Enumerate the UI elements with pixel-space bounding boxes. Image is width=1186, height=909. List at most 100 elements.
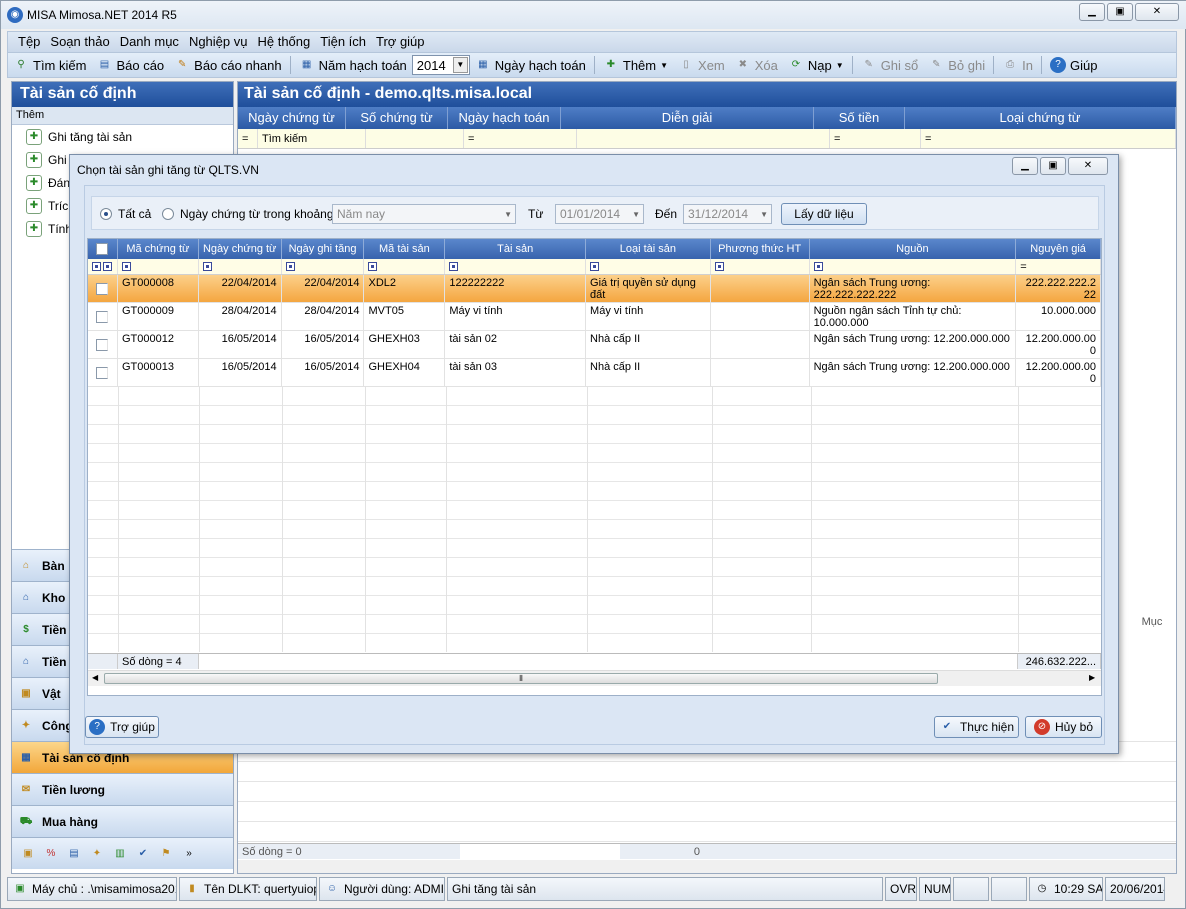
minimize-button[interactable]: ▁	[1079, 3, 1105, 21]
tools-icon[interactable]: ✦	[89, 846, 105, 862]
close-button[interactable]: ✕	[1135, 3, 1179, 21]
col-amount[interactable]: Số tiền	[814, 107, 905, 129]
print-button[interactable]: ⎙ In	[997, 53, 1038, 77]
chevron-down-icon: ▼	[760, 210, 768, 219]
menu-help[interactable]: Trợ giúp	[376, 32, 425, 52]
filter-cell[interactable]	[199, 259, 282, 274]
cell-increase-date: 16/05/2014	[282, 331, 365, 358]
filter-cell[interactable]	[586, 259, 711, 274]
scroll-left-icon[interactable]: ◀	[92, 673, 98, 682]
dialog-close-button[interactable]: ✕	[1068, 157, 1108, 175]
maximize-button[interactable]: ▣	[1107, 3, 1133, 21]
nav-purchasing[interactable]: ⛟ Mua hàng	[12, 805, 233, 837]
col-asset-code[interactable]: Mã tài sản	[364, 239, 446, 259]
dialog-maximize-button[interactable]: ▣	[1040, 157, 1066, 175]
table-row[interactable]: GT000012 16/05/2014 16/05/2014 GHEXH03 t…	[88, 331, 1101, 359]
from-date-input[interactable]: 01/01/2014 ▼	[555, 204, 644, 224]
col-doc-date[interactable]: Ngày chứng từ	[199, 239, 282, 259]
dialog-minimize-button[interactable]: ▁	[1012, 157, 1038, 175]
filter-cell[interactable]	[711, 259, 810, 274]
scroll-right-icon[interactable]: ▶	[1089, 673, 1095, 682]
quick-report-button[interactable]: ✎ Báo cáo nhanh	[169, 53, 286, 77]
menu-file[interactable]: Tệp	[18, 32, 40, 52]
filter-cell[interactable]	[282, 259, 365, 274]
col-doc-type[interactable]: Loại chứng từ	[905, 107, 1176, 129]
shortcut-icon[interactable]: ▤	[66, 846, 82, 862]
table-row[interactable]: GT000013 16/05/2014 16/05/2014 GHEXH04 t…	[88, 359, 1101, 387]
execute-button[interactable]: ✔ Thực hiện	[934, 716, 1019, 738]
checklist-icon[interactable]: ✔	[135, 846, 151, 862]
col-increase-date[interactable]: Ngày ghi tăng	[282, 239, 365, 259]
cell-code: GT000013	[118, 359, 199, 386]
col-source[interactable]: Nguồn	[810, 239, 1017, 259]
more-icon[interactable]: »	[181, 846, 197, 862]
col-doc-number[interactable]: Số chứng từ	[346, 107, 448, 129]
scroll-thumb[interactable]: ⦀	[104, 673, 938, 684]
fiscal-year-select[interactable]: 2014 ▼	[411, 55, 470, 75]
search-button[interactable]: ⚲ Tìm kiếm	[8, 53, 91, 77]
app-title: MISA Mimosa.NET 2014 R5	[27, 8, 177, 22]
percent-icon[interactable]: %	[43, 846, 59, 862]
add-button[interactable]: ✚ Thêm ▼	[598, 53, 673, 77]
to-date-input[interactable]: 31/12/2014 ▼	[683, 204, 772, 224]
row-checkbox[interactable]	[96, 283, 109, 295]
col-asset[interactable]: Tài sản	[445, 239, 587, 259]
fixed-asset-icon: ▦	[21, 751, 31, 763]
select-all-checkbox[interactable]	[88, 239, 118, 259]
fetch-data-button[interactable]: Lấy dữ liệu	[781, 203, 867, 225]
filter-cell[interactable]	[445, 259, 587, 274]
col-posting-date[interactable]: Ngày hạch toán	[448, 107, 561, 129]
task-increase-asset[interactable]: ✚ Ghi tăng tài sản	[12, 125, 233, 148]
books-icon[interactable]: ▥	[112, 846, 128, 862]
asset-grid-hscrollbar[interactable]: ◀ ⦀ ▶	[88, 670, 1101, 686]
title-bar: ◉ MISA Mimosa.NET 2014 R5 ▁ ▣ ✕	[1, 1, 1186, 29]
row-checkbox[interactable]	[96, 339, 109, 351]
period-select[interactable]: Năm nay ▼	[332, 204, 516, 224]
col-original-value[interactable]: Nguyên giá	[1016, 239, 1101, 259]
report-button[interactable]: ▤ Báo cáo	[91, 53, 169, 77]
dialog-help-button[interactable]: ? Trợ giúp	[85, 716, 159, 738]
row-checkbox[interactable]	[96, 367, 109, 379]
menu-catalog[interactable]: Danh mục	[120, 32, 179, 52]
cell-asset-type: Giá trị quyền sử dụng đất	[586, 275, 711, 302]
filter-search-input[interactable]: Tìm kiếm	[258, 129, 366, 148]
unpost-button[interactable]: ✎ Bỏ ghi	[923, 53, 990, 77]
main-hscrollbar[interactable]	[238, 860, 1176, 873]
load-button[interactable]: ⟳ Nạp ▼	[783, 53, 849, 77]
option-all[interactable]: Tất cả	[100, 207, 151, 221]
quick-report-icon: ✎	[177, 59, 187, 70]
menu-utilities[interactable]: Tiện ích	[320, 32, 366, 52]
posting-date-button[interactable]: ▦ Ngày hạch toán	[470, 53, 591, 77]
shortcut-icon[interactable]: ▣	[20, 846, 36, 862]
add-icon: ✚	[26, 151, 42, 168]
delete-button[interactable]: ✖ Xóa	[730, 53, 783, 77]
filter-cell[interactable]	[364, 259, 446, 274]
filter-cell[interactable]	[118, 259, 199, 274]
option-date-range[interactable]: Ngày chứng từ trong khoảng	[162, 207, 334, 221]
shortcut-icon[interactable]: ⚑	[158, 846, 174, 862]
help-button[interactable]: ? Giúp	[1045, 53, 1102, 77]
cancel-button[interactable]: ⊘ Hủy bỏ	[1025, 716, 1102, 738]
radio-date-range[interactable]	[162, 208, 174, 220]
status-empty	[991, 877, 1027, 901]
menu-operations[interactable]: Nghiệp vụ	[189, 32, 248, 52]
filter-cell[interactable]	[810, 259, 1017, 274]
filter-cell[interactable]: =	[1016, 259, 1101, 274]
menu-edit[interactable]: Soạn thảo	[50, 32, 109, 52]
menu-system[interactable]: Hệ thống	[257, 32, 310, 52]
nav-payroll[interactable]: ✉ Tiền lương	[12, 773, 233, 805]
col-doc-code[interactable]: Mã chứng từ	[118, 239, 199, 259]
filter-cell[interactable]	[88, 259, 118, 274]
post-button[interactable]: ✎ Ghi sổ	[856, 53, 924, 77]
col-method[interactable]: Phương thức HT	[711, 239, 810, 259]
table-row[interactable]: GT000008 22/04/2014 22/04/2014 XDL2 1222…	[88, 275, 1101, 303]
radio-all[interactable]	[100, 208, 112, 220]
money-icon: $	[23, 623, 29, 635]
col-asset-type[interactable]: Loại tài sản	[586, 239, 711, 259]
table-row[interactable]: GT000009 28/04/2014 28/04/2014 MVT05 Máy…	[88, 303, 1101, 331]
status-server: ▣ Máy chủ : .\misamimosa2012	[7, 877, 177, 901]
col-doc-date[interactable]: Ngày chứng từ	[238, 107, 346, 129]
col-description[interactable]: Diễn giải	[561, 107, 814, 129]
row-checkbox[interactable]	[96, 311, 109, 323]
view-button[interactable]: ▯ Xem	[673, 53, 730, 77]
